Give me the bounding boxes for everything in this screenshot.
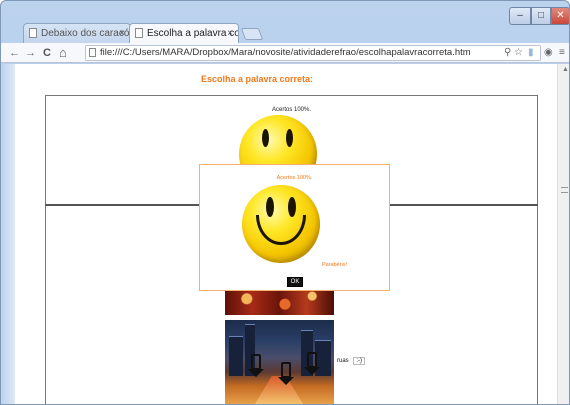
page-content: Escolha a palavra correta: Acertos 100%.… <box>15 64 557 404</box>
search-icon[interactable]: ⚲ <box>504 46 511 60</box>
url-text: file:///C:/Users/MARA/Dropbox/Mara/novos… <box>100 47 471 58</box>
home-button[interactable]: ⌂ <box>59 45 67 60</box>
reload-button[interactable]: C <box>43 45 51 61</box>
lights-image <box>225 288 334 315</box>
scroll-up-icon[interactable]: ▲ <box>562 66 569 73</box>
close-window-button[interactable]: ✕ <box>551 7 569 25</box>
dialog-hits-text: Acertos 100%. <box>276 175 313 181</box>
minimize-button[interactable]: – <box>509 7 531 25</box>
congrats-text: Parabéns! <box>322 262 348 268</box>
result-dialog: Acertos 100%. Parabéns! OK <box>199 164 390 291</box>
background-hits-text: Acertos 100%. <box>272 107 312 113</box>
tab-debaixo[interactable]: Debaixo dos caracó × <box>23 23 131 43</box>
tab-escolha[interactable]: Escolha a palavra co × <box>129 23 239 43</box>
tab-label: Debaixo dos caracó <box>41 28 130 39</box>
scroll-grip[interactable] <box>561 187 568 193</box>
page-icon <box>89 48 96 57</box>
vertical-scrollbar[interactable]: ▲ <box>557 64 569 404</box>
down-arrow-icon <box>304 352 320 375</box>
maximize-button[interactable]: □ <box>531 7 551 25</box>
answer-word: ruas <box>337 358 349 364</box>
smiley-image <box>242 185 320 263</box>
page-icon <box>135 28 143 38</box>
answer-row: ruas :-) <box>337 357 366 365</box>
page-title: Escolha a palavra correta: <box>201 74 314 84</box>
star-icon[interactable]: ☆ <box>514 46 523 60</box>
back-button[interactable]: ← <box>9 45 20 61</box>
eye-icon[interactable]: ◉ <box>544 46 553 60</box>
address-bar[interactable]: file:///C:/Users/MARA/Dropbox/Mara/novos… <box>85 45 541 61</box>
new-tab-button[interactable] <box>240 28 264 40</box>
down-arrow-icon <box>248 354 264 377</box>
tab-strip: Debaixo dos caracó × Escolha a palavra c… <box>1 1 569 43</box>
page-icon <box>29 28 37 38</box>
window-frame-left <box>1 64 15 404</box>
browser-window: Debaixo dos caracó × Escolha a palavra c… <box>0 0 570 405</box>
forward-button[interactable]: → <box>25 45 36 61</box>
city-street-image <box>225 320 334 404</box>
menu-icon[interactable]: ≡ <box>559 46 565 60</box>
close-tab-icon[interactable]: × <box>119 24 125 43</box>
down-arrow-icon <box>278 362 294 385</box>
tab-label: Escolha a palavra co <box>147 28 239 39</box>
close-tab-icon[interactable]: × <box>227 24 233 43</box>
signal-icon[interactable]: ▮ <box>528 46 534 60</box>
answer-box[interactable]: :-) <box>353 357 366 365</box>
ok-button[interactable]: OK <box>287 277 303 287</box>
browser-toolbar: ← → C ⌂ file:///C:/Users/MARA/Dropbox/Ma… <box>1 43 569 63</box>
